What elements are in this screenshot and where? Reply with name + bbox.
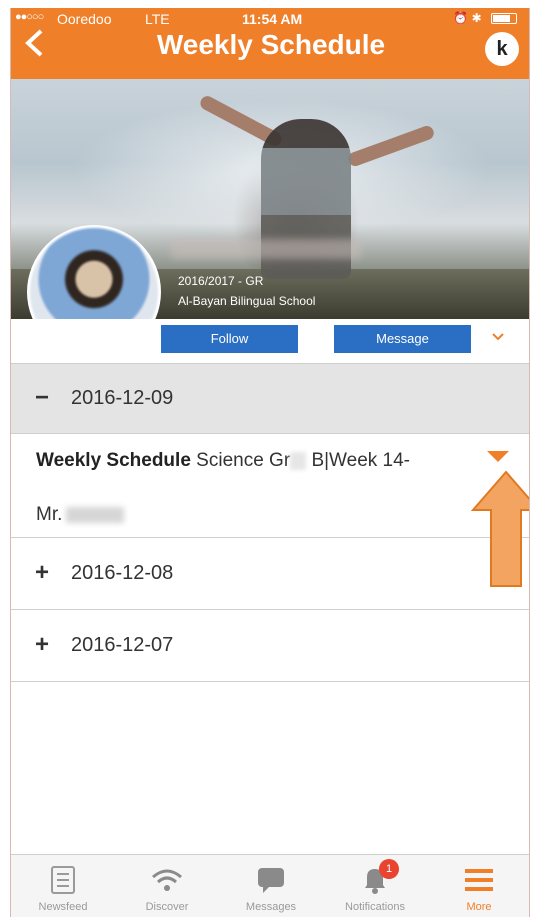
- clock-time: 11:54 AM: [242, 11, 303, 27]
- status-bar: ●●○○○ Ooredoo LTE 11:54 AM ⏰ ✱: [11, 8, 529, 30]
- network-type-label: LTE: [145, 11, 170, 27]
- annotation-arrow-icon: [471, 470, 529, 587]
- expand-icon: +: [35, 559, 50, 586]
- carrier-label: Ooredoo: [57, 11, 112, 27]
- bottom-tab-bar: Newsfeed Discover Messages 1 Notificatio…: [11, 854, 529, 917]
- page-title: Weekly Schedule: [156, 29, 386, 60]
- collapse-icon: −: [35, 384, 50, 411]
- entry-subject-part-a: Science Gr: [196, 450, 291, 471]
- tab-label: Notifications: [345, 901, 405, 913]
- tab-label: Messages: [245, 901, 297, 913]
- entry-title: Weekly Schedule Science Gr B|Week 14-: [36, 450, 410, 472]
- notification-badge: 1: [379, 859, 399, 879]
- bell-icon: [365, 869, 385, 894]
- date-group-collapsed[interactable]: + 2016-12-07: [11, 610, 529, 682]
- date-group-collapsed[interactable]: + 2016-12-08: [11, 538, 529, 610]
- signal-strength-icon: ●●○○○: [15, 11, 44, 23]
- profile-actions: Follow Message: [11, 319, 529, 364]
- academic-year-label: 2016/2017 - GR: [178, 274, 264, 288]
- redacted-text: [290, 451, 307, 470]
- blurred-student-name: [171, 239, 361, 259]
- expand-entry-caret-icon[interactable]: [487, 451, 509, 462]
- teacher-prefix: Mr.: [36, 504, 63, 525]
- menu-icon: [465, 869, 493, 891]
- schedule-entry[interactable]: Weekly Schedule Science Gr B|Week 14- Mr…: [11, 434, 529, 538]
- tab-newsfeed[interactable]: Newsfeed: [11, 855, 115, 917]
- entry-title-bold: Weekly Schedule: [36, 450, 191, 471]
- entry-teacher: Mr.: [36, 504, 125, 526]
- follow-button[interactable]: Follow: [161, 325, 298, 353]
- bluetooth-icon: ✱: [471, 11, 482, 25]
- top-header: ●●○○○ Ooredoo LTE 11:54 AM ⏰ ✱ Weekly Sc…: [11, 8, 529, 79]
- alarm-icon: ⏰: [453, 11, 469, 25]
- tab-messages[interactable]: Messages: [219, 855, 323, 917]
- tab-label: Discover: [145, 901, 189, 913]
- tab-more[interactable]: More: [427, 855, 529, 917]
- app-logo-icon[interactable]: k: [485, 32, 519, 66]
- date-group-expanded[interactable]: − 2016-12-09: [11, 364, 529, 434]
- expand-icon: +: [35, 631, 50, 658]
- entry-subject-part-b: B|Week 14-: [311, 450, 411, 471]
- tab-label: More: [466, 901, 492, 913]
- app-frame: ●●○○○ Ooredoo LTE 11:54 AM ⏰ ✱ Weekly Sc…: [10, 8, 530, 917]
- tab-notifications[interactable]: 1 Notifications: [323, 855, 427, 917]
- message-button[interactable]: Message: [334, 325, 471, 353]
- newsfeed-icon: [51, 866, 75, 894]
- wifi-icon: [152, 869, 182, 891]
- tab-discover[interactable]: Discover: [115, 855, 219, 917]
- more-options-button[interactable]: [491, 329, 505, 347]
- redacted-teacher-name: [66, 506, 125, 523]
- status-right-icons: ⏰ ✱: [453, 11, 517, 25]
- date-label: 2016-12-07: [71, 634, 174, 656]
- chat-bubble-icon: [258, 868, 284, 893]
- chevron-down-icon: [492, 333, 504, 341]
- tab-label: Newsfeed: [38, 901, 88, 913]
- battery-icon: [491, 13, 517, 25]
- date-label: 2016-12-08: [71, 562, 174, 584]
- school-name-label: Al-Bayan Bilingual School: [178, 294, 316, 308]
- date-label: 2016-12-09: [71, 387, 174, 409]
